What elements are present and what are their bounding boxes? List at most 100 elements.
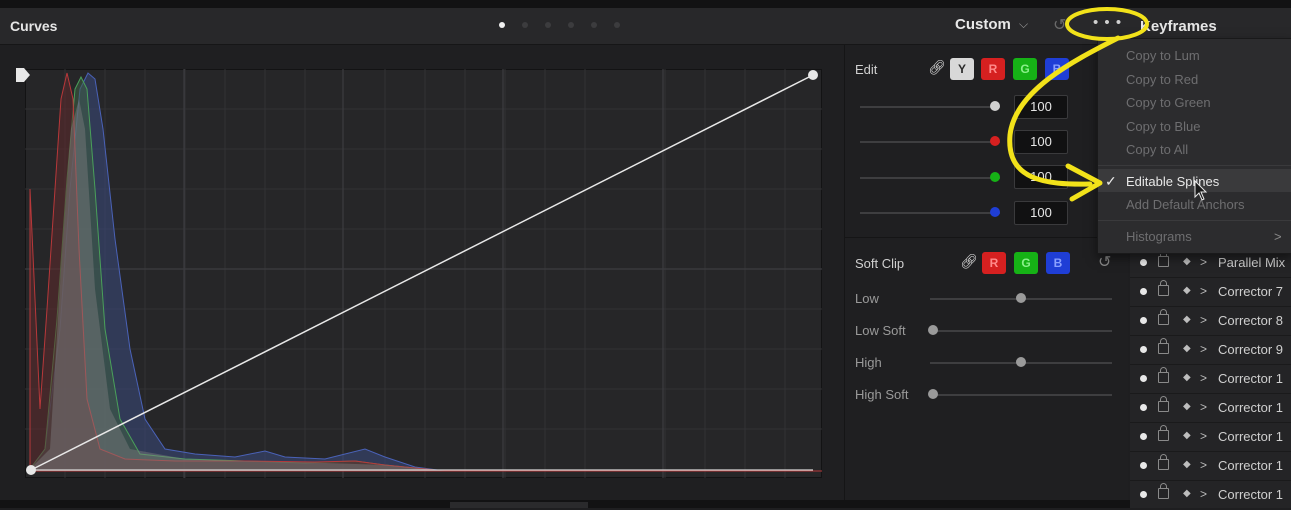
- keyframe-row[interactable]: ◆ > Corrector 1: [1130, 480, 1291, 510]
- input-level-marker-icon[interactable]: [14, 67, 34, 83]
- bottom-tab: [450, 502, 588, 508]
- chevron-down-icon[interactable]: ⌵: [1019, 17, 1028, 32]
- keyframe-name: Corrector 9: [1218, 342, 1284, 357]
- soft-clip-green-chip[interactable]: G: [1014, 252, 1038, 274]
- high-soft-slider-track[interactable]: [930, 394, 1112, 396]
- chevron-right-icon[interactable]: >: [1200, 313, 1207, 327]
- reset-icon[interactable]: ↺: [1053, 15, 1066, 35]
- page-dot-6[interactable]: [614, 22, 620, 28]
- blue-value-field[interactable]: 100: [1014, 201, 1068, 225]
- keyframe-row[interactable]: ◆ > Corrector 1: [1130, 451, 1291, 481]
- lock-icon[interactable]: [1158, 367, 1169, 383]
- chevron-right-icon[interactable]: >: [1200, 255, 1207, 269]
- lock-icon[interactable]: [1158, 251, 1169, 267]
- soft-clip-blue-chip[interactable]: B: [1046, 252, 1070, 274]
- red-slider-knob[interactable]: [990, 136, 1000, 146]
- high-slider-knob[interactable]: [1016, 357, 1026, 367]
- menu-item-copy-to-lum[interactable]: Copy to Lum: [1126, 48, 1200, 63]
- diamond-icon[interactable]: ◆: [1183, 343, 1191, 354]
- edit-label: Edit: [855, 62, 878, 77]
- green-value-field[interactable]: 100: [1014, 165, 1068, 189]
- page-dot-2[interactable]: [522, 22, 528, 28]
- lock-icon[interactable]: [1158, 338, 1169, 354]
- link-icon[interactable]: 🔗︎: [928, 59, 946, 76]
- blue-slider-track[interactable]: [860, 212, 1000, 214]
- menu-item-copy-to-green[interactable]: Copy to Green: [1126, 95, 1211, 110]
- page-dot-1[interactable]: [499, 22, 505, 28]
- keyframe-row[interactable]: ◆ > Corrector 7: [1130, 277, 1291, 307]
- page-dot-5[interactable]: [591, 22, 597, 28]
- soft-clip-link-icon[interactable]: 🔗︎: [960, 253, 978, 270]
- mouse-cursor-icon: [1194, 180, 1208, 201]
- keyframe-name: Corrector 1: [1218, 371, 1284, 386]
- keyframe-row[interactable]: ◆ > Corrector 1: [1130, 393, 1291, 423]
- more-options-button[interactable]: • • •: [1093, 14, 1122, 31]
- mode-select[interactable]: Custom: [955, 16, 1011, 33]
- luma-channel-chip[interactable]: Y: [950, 58, 974, 80]
- low-soft-slider-track[interactable]: [930, 330, 1112, 332]
- chevron-right-icon[interactable]: >: [1200, 400, 1207, 414]
- diamond-icon[interactable]: ◆: [1183, 459, 1191, 470]
- dot-icon: [1140, 375, 1147, 382]
- diamond-icon[interactable]: ◆: [1183, 285, 1191, 296]
- dot-icon: [1140, 404, 1147, 411]
- diamond-icon[interactable]: ◆: [1183, 314, 1191, 325]
- dot-icon: [1140, 491, 1147, 498]
- lock-icon[interactable]: [1158, 280, 1169, 296]
- blue-slider-knob[interactable]: [990, 207, 1000, 217]
- soft-clip-reset-icon[interactable]: ↺: [1098, 252, 1111, 272]
- chevron-right-icon[interactable]: >: [1200, 342, 1207, 356]
- red-slider-track[interactable]: [860, 141, 1000, 143]
- luma-value-field[interactable]: 100: [1014, 95, 1068, 119]
- curve-anchor-high[interactable]: [808, 70, 818, 80]
- red-channel-chip[interactable]: R: [981, 58, 1005, 80]
- keyframe-row[interactable]: ◆ > Corrector 8: [1130, 306, 1291, 336]
- chevron-right-icon[interactable]: >: [1200, 284, 1207, 298]
- menu-item-add-default-anchors[interactable]: Add Default Anchors: [1126, 197, 1245, 212]
- menu-item-copy-to-red[interactable]: Copy to Red: [1126, 72, 1198, 87]
- chevron-right-icon[interactable]: >: [1200, 487, 1207, 501]
- page-dot-4[interactable]: [568, 22, 574, 28]
- high-label: High: [855, 355, 882, 370]
- low-slider-knob[interactable]: [1016, 293, 1026, 303]
- red-value-field[interactable]: 100: [1014, 130, 1068, 154]
- curve-anchor-low[interactable]: [26, 465, 36, 475]
- keyframe-name: Corrector 1: [1218, 429, 1284, 444]
- low-soft-label: Low Soft: [855, 323, 906, 338]
- lock-icon[interactable]: [1158, 309, 1169, 325]
- luma-slider-knob[interactable]: [990, 101, 1000, 111]
- green-slider-knob[interactable]: [990, 172, 1000, 182]
- diamond-icon[interactable]: ◆: [1183, 401, 1191, 412]
- lock-icon[interactable]: [1158, 396, 1169, 412]
- page-dot-3[interactable]: [545, 22, 551, 28]
- dot-icon: [1140, 317, 1147, 324]
- low-soft-slider-knob[interactable]: [928, 325, 938, 335]
- lock-icon[interactable]: [1158, 483, 1169, 499]
- keyframe-row[interactable]: ◆ > Corrector 1: [1130, 364, 1291, 394]
- keyframe-row[interactable]: ◆ > Corrector 9: [1130, 335, 1291, 365]
- diamond-icon[interactable]: ◆: [1183, 256, 1191, 267]
- menu-item-histograms[interactable]: Histograms: [1126, 229, 1192, 244]
- menu-item-copy-to-all[interactable]: Copy to All: [1126, 142, 1188, 157]
- lock-icon[interactable]: [1158, 425, 1169, 441]
- dot-icon: [1140, 462, 1147, 469]
- chevron-right-icon[interactable]: >: [1200, 429, 1207, 443]
- keyframe-row[interactable]: ◆ > Corrector 1: [1130, 422, 1291, 452]
- diamond-icon[interactable]: ◆: [1183, 430, 1191, 441]
- green-slider-track[interactable]: [860, 177, 1000, 179]
- keyframe-name: Corrector 8: [1218, 313, 1284, 328]
- diamond-icon[interactable]: ◆: [1183, 488, 1191, 499]
- green-channel-chip[interactable]: G: [1013, 58, 1037, 80]
- high-soft-slider-knob[interactable]: [928, 389, 938, 399]
- chevron-right-icon[interactable]: >: [1200, 458, 1207, 472]
- luma-slider-track[interactable]: [860, 106, 1000, 108]
- soft-clip-red-chip[interactable]: R: [982, 252, 1006, 274]
- chevron-right-icon[interactable]: >: [1200, 371, 1207, 385]
- tone-curve[interactable]: [30, 74, 814, 471]
- menu-item-copy-to-blue[interactable]: Copy to Blue: [1126, 119, 1200, 134]
- lock-icon[interactable]: [1158, 454, 1169, 470]
- blue-channel-chip[interactable]: B: [1045, 58, 1069, 80]
- diamond-icon[interactable]: ◆: [1183, 372, 1191, 383]
- curve-canvas[interactable]: [25, 69, 822, 478]
- keyframe-name: Corrector 1: [1218, 458, 1284, 473]
